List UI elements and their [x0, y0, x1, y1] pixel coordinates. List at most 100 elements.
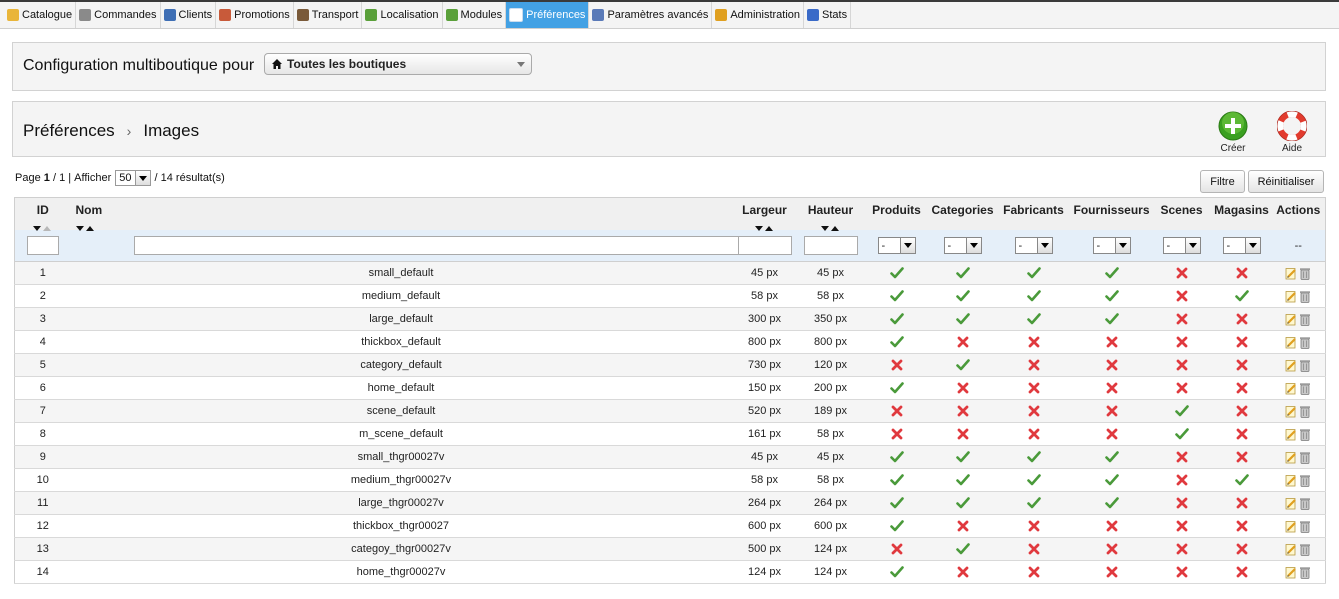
cell-name: scene_default	[70, 399, 732, 423]
delete-icon[interactable]	[1299, 359, 1311, 372]
edit-icon[interactable]	[1285, 543, 1297, 556]
edit-icon[interactable]	[1285, 313, 1297, 326]
filter-button[interactable]: Filtre	[1200, 170, 1245, 193]
nav-item-9[interactable]: Administration	[712, 2, 805, 28]
filter-id-input[interactable]	[26, 236, 59, 255]
edit-icon[interactable]	[1285, 336, 1297, 349]
cell-manufacturers	[995, 330, 1072, 354]
nav-item-10[interactable]: Stats	[804, 2, 852, 28]
nav-item-1[interactable]: Commandes	[76, 2, 161, 28]
sort-desc-icon[interactable]	[75, 226, 84, 231]
table-row[interactable]: 4 thickbox_default 800 px 800 px	[14, 330, 1326, 354]
sort-asc-icon[interactable]	[85, 226, 94, 231]
edit-icon[interactable]	[1285, 359, 1297, 372]
nav-item-5[interactable]: Localisation	[362, 2, 443, 28]
edit-icon[interactable]	[1285, 566, 1297, 579]
table-row[interactable]: 9 small_thgr00027v 45 px 45 px	[14, 445, 1326, 469]
check-icon	[955, 450, 970, 464]
cell-actions	[1271, 307, 1326, 331]
table-row[interactable]: 3 large_default 300 px 350 px	[14, 307, 1326, 331]
cell-actions	[1271, 422, 1326, 446]
sort-controls	[15, 220, 71, 231]
edit-icon[interactable]	[1285, 267, 1297, 280]
filter-stores-select[interactable]: -	[1222, 237, 1261, 254]
per-page-select[interactable]: 50	[115, 170, 151, 186]
filter-height-input[interactable]	[803, 236, 858, 255]
cell-width: 500 px	[731, 537, 798, 561]
nav-item-4[interactable]: Transport	[294, 2, 363, 28]
filter-manufacturers-select[interactable]: -	[1014, 237, 1053, 254]
table-row[interactable]: 12 thickbox_thgr00027 600 px 600 px	[14, 514, 1326, 538]
cross-icon	[1027, 335, 1041, 349]
create-button[interactable]: Créer	[1208, 111, 1258, 154]
table-row[interactable]: 1 small_default 45 px 45 px	[14, 261, 1326, 285]
cell-width: 45 px	[731, 261, 798, 285]
edit-icon[interactable]	[1285, 382, 1297, 395]
delete-icon[interactable]	[1299, 451, 1311, 464]
table-row[interactable]: 14 home_thgr00027v 124 px 124 px	[14, 560, 1326, 584]
nav-item-3[interactable]: Promotions	[216, 2, 294, 28]
shop-select[interactable]: Toutes les boutiques	[264, 53, 532, 75]
table-row[interactable]: 5 category_default 730 px 120 px	[14, 353, 1326, 377]
table-row[interactable]: 11 large_thgr00027v 264 px 264 px	[14, 491, 1326, 515]
delete-icon[interactable]	[1299, 336, 1311, 349]
nav-item-label: Stats	[822, 9, 848, 21]
cell-height: 58 px	[797, 468, 864, 492]
nav-item-0[interactable]: Catalogue	[4, 2, 77, 28]
delete-icon[interactable]	[1299, 566, 1311, 579]
top-navigation: Catalogue Commandes Clients Promotions Trans…	[0, 0, 1339, 29]
edit-icon[interactable]	[1285, 451, 1297, 464]
nav-item-8[interactable]: Paramètres avancés	[589, 2, 713, 28]
table-row[interactable]: 13 categoy_thgr00027v 500 px 124 px	[14, 537, 1326, 561]
delete-icon[interactable]	[1299, 405, 1311, 418]
filter-suppliers-select[interactable]: -	[1092, 237, 1131, 254]
delete-icon[interactable]	[1299, 543, 1311, 556]
edit-icon[interactable]	[1285, 290, 1297, 303]
table-row[interactable]: 10 medium_thgr00027v 58 px 58 px	[14, 468, 1326, 492]
sort-desc-icon[interactable]	[32, 226, 41, 231]
column-header-manufacturers: Fabricants	[995, 197, 1072, 230]
sort-asc-icon[interactable]	[42, 226, 51, 231]
nav-item-7[interactable]: Préférences	[506, 2, 590, 28]
table-row[interactable]: 7 scene_default 520 px 189 px	[14, 399, 1326, 423]
result-count: / 14 résultat(s)	[154, 172, 225, 184]
cross-icon	[1235, 565, 1249, 579]
table-row[interactable]: 8 m_scene_default 161 px 58 px	[14, 422, 1326, 446]
edit-icon[interactable]	[1285, 497, 1297, 510]
delete-icon[interactable]	[1299, 290, 1311, 303]
edit-icon[interactable]	[1285, 520, 1297, 533]
table-row[interactable]: 2 medium_default 58 px 58 px	[14, 284, 1326, 308]
cell-width: 45 px	[731, 445, 798, 469]
sort-desc-icon[interactable]	[820, 226, 829, 231]
add-icon	[1218, 111, 1248, 141]
sort-asc-icon[interactable]	[830, 226, 839, 231]
breadcrumb-parent[interactable]: Préférences	[23, 121, 115, 140]
edit-icon[interactable]	[1285, 474, 1297, 487]
filter-scenes-select[interactable]: -	[1162, 237, 1201, 254]
delete-icon[interactable]	[1299, 520, 1311, 533]
nav-item-6[interactable]: Modules	[443, 2, 507, 28]
delete-icon[interactable]	[1299, 428, 1311, 441]
filter-name-input[interactable]	[133, 236, 760, 255]
delete-icon[interactable]	[1299, 497, 1311, 510]
edit-icon[interactable]	[1285, 428, 1297, 441]
cross-icon	[1175, 542, 1189, 556]
sort-asc-icon[interactable]	[764, 226, 773, 231]
edit-icon[interactable]	[1285, 405, 1297, 418]
cell-scenes	[1151, 491, 1212, 515]
sort-desc-icon[interactable]	[754, 226, 763, 231]
cross-icon	[1235, 381, 1249, 395]
chevron-down-icon	[1184, 238, 1200, 253]
filter-products-select[interactable]: -	[877, 237, 916, 254]
delete-icon[interactable]	[1299, 313, 1311, 326]
help-button[interactable]: Aide	[1267, 111, 1317, 154]
filter-categories-select[interactable]: -	[943, 237, 982, 254]
delete-icon[interactable]	[1299, 267, 1311, 280]
cell-stores	[1211, 514, 1272, 538]
reset-button[interactable]: Réinitialiser	[1248, 170, 1324, 193]
delete-icon[interactable]	[1299, 382, 1311, 395]
nav-item-2[interactable]: Clients	[161, 2, 217, 28]
delete-icon[interactable]	[1299, 474, 1311, 487]
table-row[interactable]: 6 home_default 150 px 200 px	[14, 376, 1326, 400]
filter-width-input[interactable]	[737, 236, 792, 255]
